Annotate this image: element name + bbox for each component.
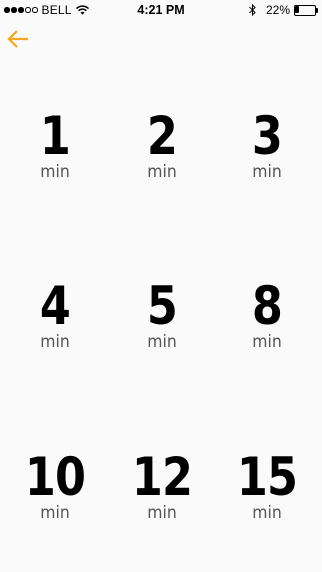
duration-unit: min bbox=[147, 503, 177, 523]
duration-value: 2 bbox=[146, 106, 178, 167]
duration-value: 4 bbox=[39, 276, 71, 337]
duration-unit: min bbox=[147, 162, 177, 182]
duration-option-8[interactable]: 8 min bbox=[217, 280, 317, 351]
duration-option-4[interactable]: 4 min bbox=[5, 280, 105, 351]
duration-option-5[interactable]: 5 min bbox=[112, 280, 212, 351]
duration-unit: min bbox=[40, 332, 70, 352]
duration-option-12[interactable]: 12 min bbox=[112, 451, 212, 522]
duration-unit: min bbox=[252, 332, 282, 352]
duration-value: 12 bbox=[131, 447, 193, 508]
duration-option-2[interactable]: 2 min bbox=[112, 110, 212, 181]
duration-option-1[interactable]: 1 min bbox=[5, 110, 105, 181]
duration-grid: 1 min 2 min 3 min 4 min 5 min 8 min 10 m… bbox=[0, 0, 322, 572]
duration-value: 15 bbox=[236, 447, 298, 508]
duration-option-10[interactable]: 10 min bbox=[5, 451, 105, 522]
duration-option-3[interactable]: 3 min bbox=[217, 110, 317, 181]
duration-unit: min bbox=[147, 332, 177, 352]
duration-unit: min bbox=[252, 503, 282, 523]
duration-value: 5 bbox=[146, 276, 178, 337]
duration-value: 8 bbox=[251, 276, 283, 337]
duration-value: 1 bbox=[39, 106, 71, 167]
duration-unit: min bbox=[40, 162, 70, 182]
duration-unit: min bbox=[40, 503, 70, 523]
duration-value: 10 bbox=[24, 447, 86, 508]
duration-value: 3 bbox=[251, 106, 283, 167]
duration-unit: min bbox=[252, 162, 282, 182]
duration-option-15[interactable]: 15 min bbox=[217, 451, 317, 522]
